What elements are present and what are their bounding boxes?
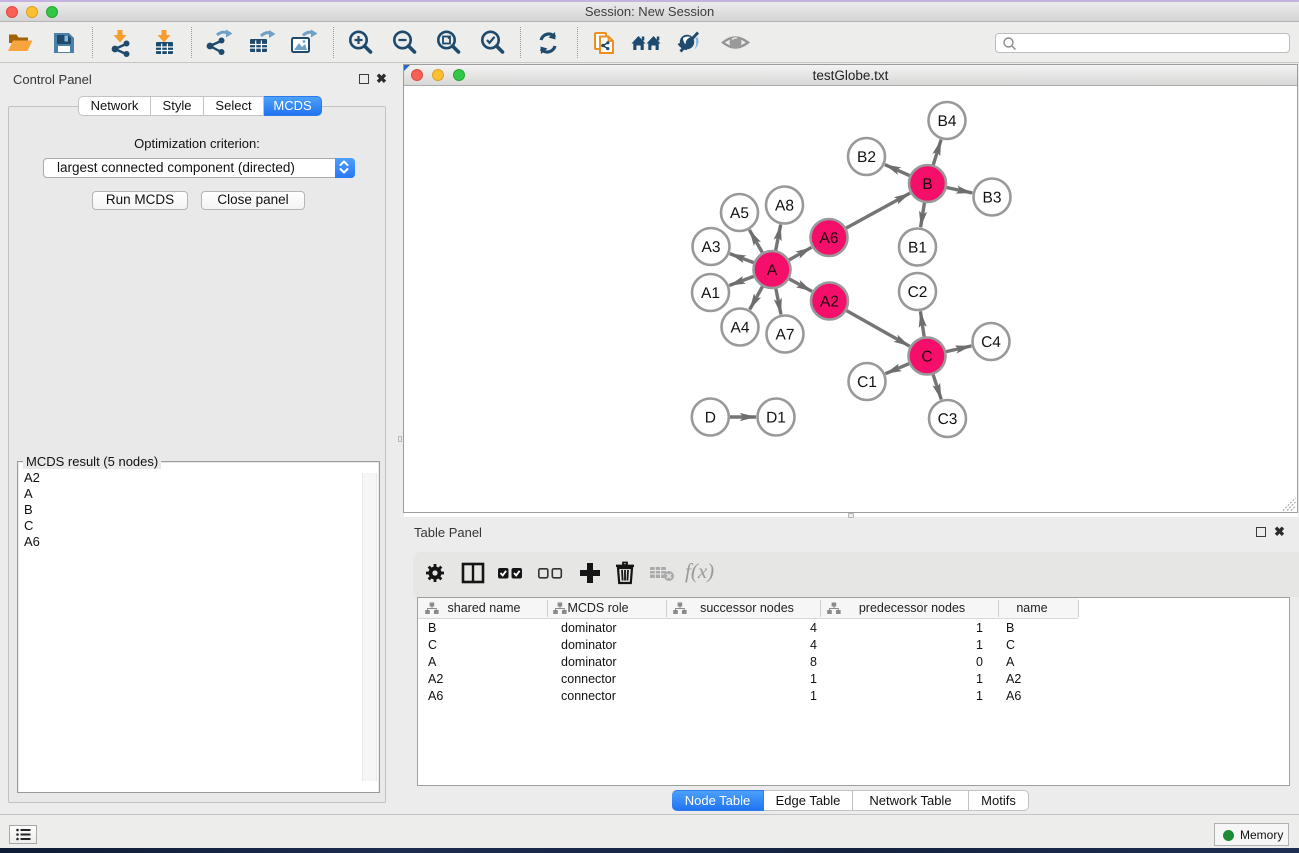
svg-text:A5: A5 [730,205,749,222]
svg-text:D: D [705,410,716,427]
svg-text:A: A [767,262,778,279]
svg-text:B1: B1 [908,240,927,257]
svg-text:C3: C3 [938,411,958,428]
svg-text:B: B [922,176,932,193]
svg-text:B2: B2 [857,149,876,166]
svg-text:C: C [921,349,932,366]
svg-text:A6: A6 [820,230,839,247]
svg-text:A8: A8 [775,198,794,215]
svg-text:C4: C4 [981,334,1001,351]
svg-text:C1: C1 [857,374,877,391]
svg-text:A4: A4 [731,320,750,337]
svg-text:B4: B4 [938,113,957,130]
svg-text:A3: A3 [702,239,721,256]
svg-text:A2: A2 [820,294,839,311]
svg-text:C2: C2 [908,284,928,301]
svg-text:D1: D1 [766,410,786,427]
svg-text:A1: A1 [701,285,720,302]
svg-text:A7: A7 [776,327,795,344]
svg-text:B3: B3 [983,190,1002,207]
